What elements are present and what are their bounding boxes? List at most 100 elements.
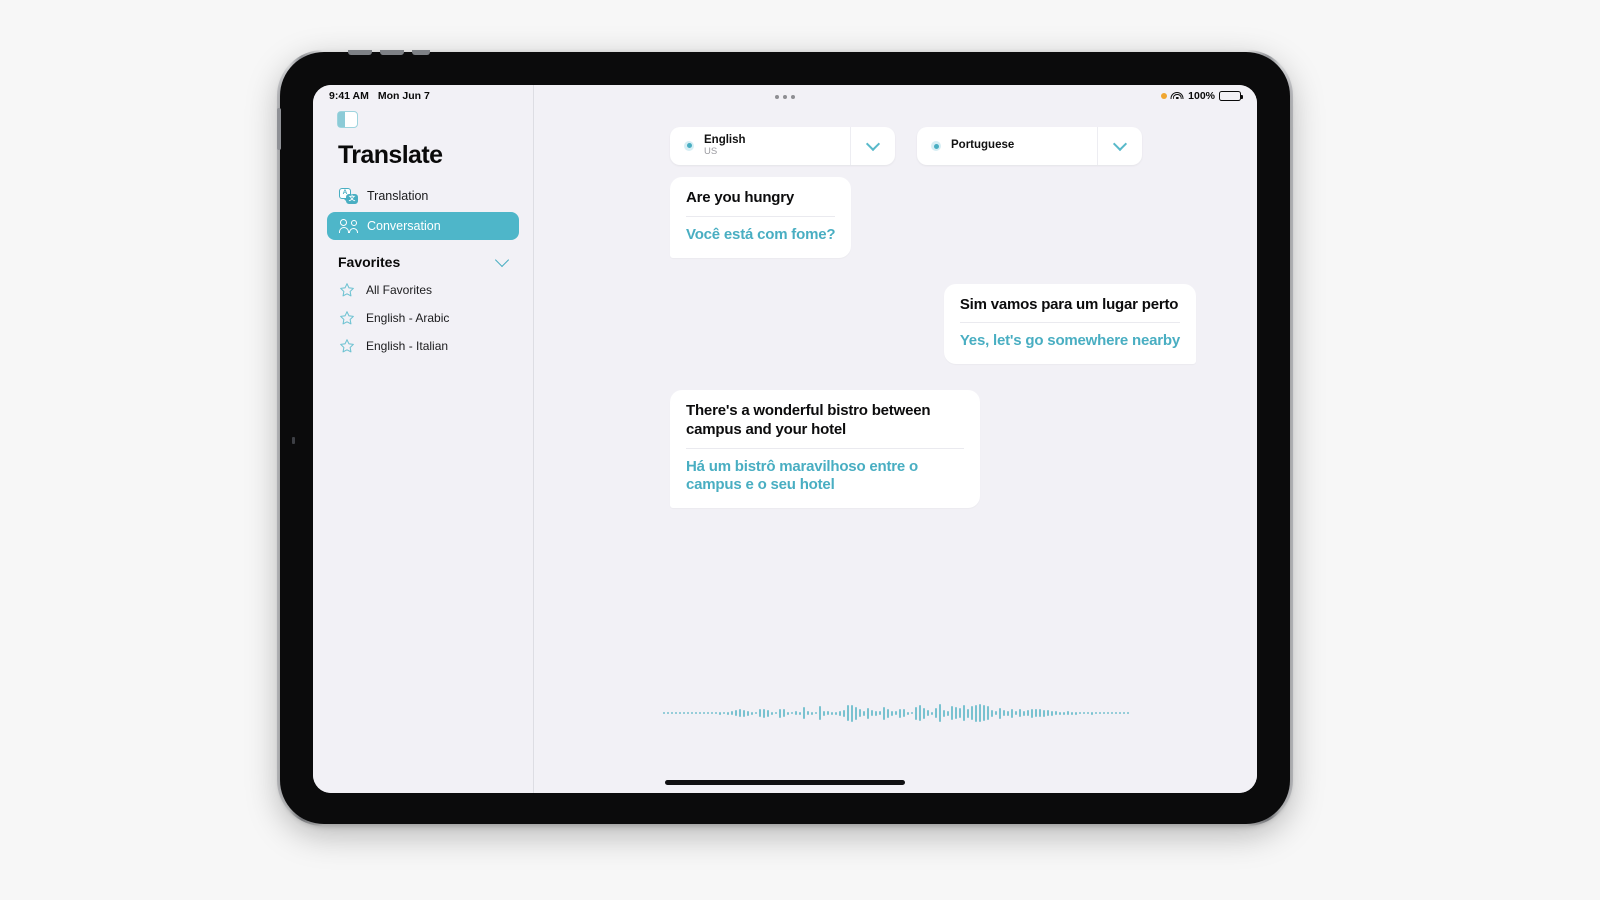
- waveform-bar: [847, 705, 849, 721]
- source-language-dropdown-button[interactable]: [850, 127, 895, 165]
- bubble-source-text: There's a wonderful bistro between campu…: [686, 402, 964, 449]
- bubble-spacer: [535, 258, 1257, 284]
- waveform-bar: [955, 707, 957, 719]
- three-dots-icon[interactable]: [775, 95, 795, 99]
- battery-percent-label: 100%: [1188, 90, 1215, 102]
- sidebar: Translate A文 Translation Conversation Fa…: [313, 85, 534, 793]
- audio-waveform[interactable]: [535, 698, 1257, 728]
- wifi-icon: [1170, 91, 1184, 101]
- target-language-main[interactable]: Portuguese: [917, 139, 1097, 152]
- waveform-bar: [995, 711, 997, 715]
- tablet-top-pin-3: [412, 50, 430, 55]
- waveform-bar: [795, 711, 797, 715]
- bubble-source-text: Are you hungry: [686, 189, 836, 217]
- people-icon: [339, 219, 358, 233]
- waveform-bar: [843, 709, 845, 717]
- waveform-bar: [1103, 712, 1105, 714]
- waveform-bar: [907, 711, 909, 715]
- waveform-bar: [1111, 712, 1113, 714]
- conversation-bubble[interactable]: Sim vamos para um lugar perto Yes, let's…: [943, 283, 1196, 364]
- waveform-bar: [851, 704, 853, 722]
- waveform-bar: [879, 711, 881, 715]
- star-outline-icon: [340, 339, 354, 353]
- sidebar-item-english-italian[interactable]: English - Italian: [327, 332, 519, 360]
- conversation-bubble[interactable]: Are you hungry Você está com fome?: [670, 177, 852, 258]
- favorites-section-header[interactable]: Favorites: [338, 252, 511, 270]
- waveform-bar: [859, 709, 861, 717]
- chevron-down-icon: [865, 136, 881, 152]
- waveform-bar: [767, 709, 769, 717]
- waveform-bar: [1047, 710, 1049, 716]
- waveform-bar: [1127, 712, 1129, 714]
- sidebar-item-translation[interactable]: A文 Translation: [327, 182, 519, 210]
- waveform-bar: [875, 710, 877, 716]
- status-date: Mon Jun 7: [377, 90, 430, 102]
- waveform-bar: [891, 710, 893, 716]
- waveform-bar: [987, 706, 989, 720]
- sidebar-item-label: Conversation: [367, 219, 441, 233]
- waveform-bar: [711, 712, 713, 714]
- waveform-bar: [1071, 711, 1073, 715]
- radio-dot-icon: [684, 140, 694, 151]
- waveform-bar: [1063, 711, 1065, 715]
- chevron-down-icon[interactable]: [494, 252, 510, 268]
- waveform-bar: [835, 711, 837, 715]
- sidebar-item-english-arabic[interactable]: English - Arabic: [327, 304, 519, 332]
- waveform-bar: [827, 711, 829, 715]
- bubble-translated-text: Há um bistrô maravilhoso entre o campus …: [686, 457, 918, 494]
- waveform-bar: [723, 712, 725, 714]
- waveform-bar: [1019, 709, 1021, 717]
- screenshot-stage: 9:41 AM Mon Jun 7 100% Translate A文 Tran…: [0, 0, 1600, 900]
- conversation-canvas: English US Portuguese Are you hungry Voc…: [535, 85, 1257, 793]
- waveform-bar: [1027, 710, 1029, 716]
- waveform-bar: [1043, 709, 1045, 717]
- bubble-source-text: Sim vamos para um lugar perto: [959, 296, 1180, 324]
- waveform-bar: [759, 709, 761, 717]
- waveform-bar: [959, 708, 961, 718]
- waveform-bar: [679, 712, 681, 714]
- waveform-bar: [743, 709, 745, 717]
- waveform-bar: [791, 712, 793, 714]
- waveform-bar: [935, 708, 937, 718]
- waveform-bar: [899, 708, 901, 718]
- waveform-bar: [967, 708, 969, 718]
- waveform-bar: [671, 712, 673, 714]
- waveform-bar: [1067, 711, 1069, 715]
- waveform-bar: [931, 711, 933, 715]
- waveform-bar: [1091, 711, 1093, 715]
- waveform-bar: [747, 710, 749, 716]
- waveform-bar: [779, 708, 781, 718]
- status-time: 9:41 AM: [329, 90, 369, 102]
- translate-bubbles-icon: A文: [339, 188, 358, 204]
- source-language-main[interactable]: English US: [670, 134, 850, 158]
- waveform-bar: [1007, 710, 1009, 716]
- waveform-bar: [775, 712, 777, 714]
- waveform-bar: [871, 710, 873, 716]
- sidebar-item-conversation[interactable]: Conversation: [327, 212, 519, 240]
- bubble-translated-text: Você está com fome?: [686, 225, 836, 243]
- waveform-bar: [1115, 712, 1117, 714]
- waveform-bar: [687, 712, 689, 714]
- conversation-bubble[interactable]: There's a wonderful bistro between campu…: [670, 390, 980, 508]
- source-language-selector[interactable]: English US: [670, 127, 895, 165]
- home-indicator[interactable]: [665, 780, 905, 785]
- favorite-label: English - Arabic: [366, 311, 450, 325]
- waveform-bar: [975, 704, 977, 722]
- page-title: Translate: [338, 141, 443, 169]
- waveform-bar: [915, 706, 917, 720]
- waveform-bar: [1087, 712, 1089, 714]
- tablet-volume-button[interactable]: [277, 108, 281, 150]
- sidebar-toggle-icon[interactable]: [337, 111, 358, 128]
- tablet-top-pin-1: [348, 50, 372, 55]
- target-language-selector[interactable]: Portuguese: [917, 127, 1142, 165]
- waveform-bar: [803, 707, 805, 719]
- waveform-bar: [927, 710, 929, 716]
- waveform-bar: [755, 712, 757, 714]
- waveform-bar: [715, 712, 717, 714]
- favorite-label: All Favorites: [366, 283, 433, 297]
- waveform-bar: [979, 704, 981, 722]
- waveform-bar: [691, 712, 693, 714]
- target-language-dropdown-button[interactable]: [1097, 127, 1142, 165]
- waveform-bar: [911, 712, 913, 714]
- sidebar-item-all-favorites[interactable]: All Favorites: [327, 276, 519, 304]
